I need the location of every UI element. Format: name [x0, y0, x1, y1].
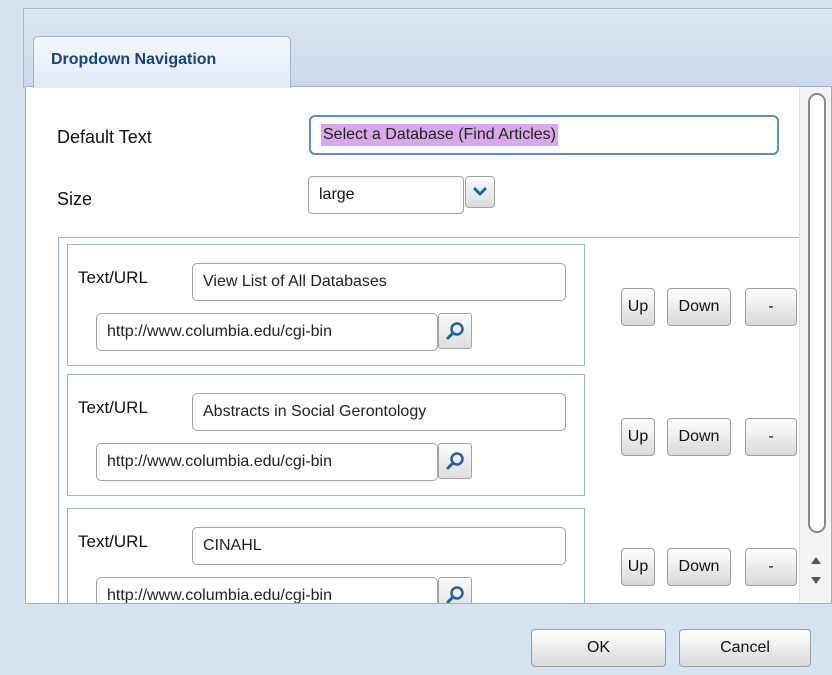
search-icon [446, 586, 464, 603]
scrollbar-thumb[interactable] [808, 93, 826, 533]
size-select[interactable]: large [308, 176, 464, 214]
size-dropdown-button[interactable] [465, 176, 495, 208]
search-icon [446, 452, 464, 470]
text-url-label: Text/URL [78, 268, 148, 287]
browse-url-button[interactable] [438, 443, 472, 479]
browse-url-button[interactable] [438, 313, 472, 349]
browse-url-button[interactable] [438, 577, 472, 603]
item-url-input[interactable]: http://www.columbia.edu/cgi-bin [96, 577, 438, 603]
nav-item-row: Text/URL View List of All Databases http… [67, 244, 585, 366]
dropdown-navigation-dialog: Dropdown Navigation Default Text Select … [0, 0, 832, 675]
scroll-up-arrow-icon[interactable] [811, 557, 821, 564]
text-url-label: Text/URL [78, 532, 148, 551]
ok-button[interactable]: OK [531, 629, 666, 667]
move-down-button[interactable]: Down [667, 548, 731, 586]
move-up-button[interactable]: Up [621, 288, 655, 326]
nav-item-row: Text/URL Abstracts in Social Gerontology… [67, 374, 585, 496]
default-text-input[interactable]: Select a Database (Find Articles) [309, 115, 779, 155]
move-up-button[interactable]: Up [621, 418, 655, 456]
text-url-label: Text/URL [78, 398, 148, 417]
item-text-input[interactable]: CINAHL [192, 527, 566, 565]
item-url-input[interactable]: http://www.columbia.edu/cgi-bin [96, 313, 438, 351]
remove-item-button[interactable]: - [745, 418, 797, 456]
panel-scrollbar[interactable] [799, 87, 831, 603]
search-icon [446, 322, 464, 340]
tab-dropdown-navigation[interactable]: Dropdown Navigation [33, 36, 291, 88]
remove-item-button[interactable]: - [745, 548, 797, 586]
item-text-input[interactable]: Abstracts in Social Gerontology [192, 393, 566, 431]
move-down-button[interactable]: Down [667, 288, 731, 326]
scroll-down-arrow-icon[interactable] [811, 577, 821, 584]
dialog-footer: OK Cancel [0, 604, 832, 675]
dialog-body: Default Text Select a Database (Find Art… [25, 86, 832, 604]
move-down-button[interactable]: Down [667, 418, 731, 456]
selected-text: Select a Database (Find Articles) [321, 124, 558, 146]
item-url-input[interactable]: http://www.columbia.edu/cgi-bin [96, 443, 438, 481]
cancel-button[interactable]: Cancel [679, 629, 811, 667]
size-value: large [319, 186, 355, 203]
item-text-input[interactable]: View List of All Databases [192, 263, 566, 301]
size-label: Size [57, 189, 93, 209]
navigation-items-list: Text/URL View List of All Databases http… [58, 237, 801, 603]
nav-item-row: Text/URL CINAHL http://www.columbia.edu/… [67, 508, 585, 603]
default-text-label: Default Text [57, 127, 152, 147]
remove-item-button[interactable]: - [745, 288, 797, 326]
move-up-button[interactable]: Up [621, 548, 655, 586]
chevron-down-icon [473, 187, 487, 196]
